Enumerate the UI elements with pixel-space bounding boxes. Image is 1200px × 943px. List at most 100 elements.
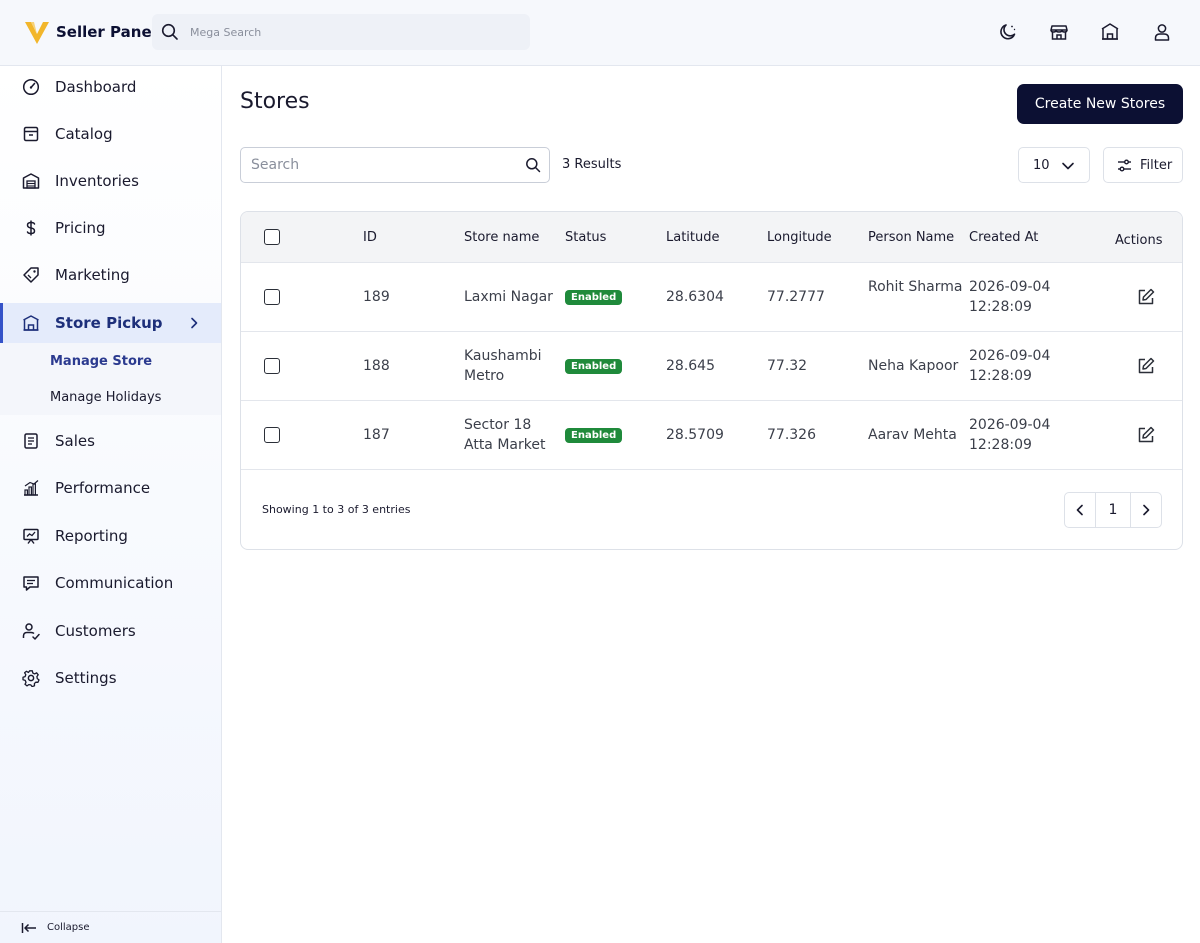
table-row: 188 Kaushambi Metro Enabled 28.645 77.32… <box>241 332 1182 401</box>
table-header: ID Store name Status Latitude Longitude … <box>241 212 1182 263</box>
top-header: Seller Panel <box>0 0 1200 66</box>
column-header-longitude[interactable]: Longitude <box>767 230 832 245</box>
create-new-stores-button[interactable]: Create New Stores <box>1017 84 1183 124</box>
status-badge: Enabled <box>565 359 623 374</box>
store-icon <box>21 313 41 333</box>
sidebar-item-pricing[interactable]: Pricing <box>0 208 221 248</box>
warehouse-icon <box>21 171 41 191</box>
chevron-left-icon <box>1076 504 1083 516</box>
chevron-down-icon <box>1062 162 1074 170</box>
sidebar-item-label: Inventories <box>55 172 139 190</box>
search-icon <box>161 23 178 40</box>
sidebar-item-sales[interactable]: Sales <box>0 421 221 461</box>
sidebar-item-dashboard[interactable]: Dashboard <box>0 67 221 107</box>
column-header-store-name[interactable]: Store name <box>464 230 539 245</box>
cell-person-name: Rohit Sharma <box>868 279 963 295</box>
column-header-actions: Actions <box>1115 233 1163 248</box>
storefront-button[interactable] <box>1048 21 1070 43</box>
user-icon <box>1154 24 1170 41</box>
store-search-input[interactable] <box>251 148 521 182</box>
cell-created-date: 2026-09-04 <box>969 348 1051 364</box>
column-header-latitude[interactable]: Latitude <box>666 230 720 245</box>
sidebar-item-marketing[interactable]: Marketing <box>0 255 221 295</box>
cell-person-name: Neha Kapoor <box>868 358 959 374</box>
row-checkbox[interactable] <box>264 358 280 374</box>
collapse-sidebar-button[interactable]: Collapse <box>0 911 221 943</box>
page-number-button[interactable]: 1 <box>1096 493 1131 527</box>
sidebar-item-catalog[interactable]: Catalog <box>0 114 221 154</box>
sidebar-item-label: Performance <box>55 479 151 497</box>
cell-store-name: Sector 18 Atta Market <box>464 417 546 453</box>
prev-page-button[interactable] <box>1065 493 1096 527</box>
stores-table: ID Store name Status Latitude Longitude … <box>240 211 1183 550</box>
collapse-label: Collapse <box>47 922 90 933</box>
pagination-summary: Showing 1 to 3 of 3 entries <box>262 503 411 516</box>
building-icon <box>1101 23 1119 40</box>
app-name: Seller Panel <box>56 23 157 41</box>
cell-created-date: 2026-09-04 <box>969 279 1051 295</box>
next-page-button[interactable] <box>1131 493 1161 527</box>
sidebar-item-label: Communication <box>55 574 174 592</box>
per-page-select[interactable]: 10 <box>1018 147 1090 183</box>
column-header-status[interactable]: Status <box>565 230 606 245</box>
row-checkbox[interactable] <box>264 427 280 443</box>
building-button[interactable] <box>1099 21 1121 43</box>
sidebar: Dashboard Catalog Inventories Pricing Ma… <box>0 66 222 943</box>
filter-label: Filter <box>1140 157 1173 173</box>
presentation-icon <box>21 526 41 546</box>
status-badge: Enabled <box>565 290 623 305</box>
theme-toggle-button[interactable] <box>997 21 1019 43</box>
sidebar-item-customers[interactable]: Customers <box>0 611 221 651</box>
logo-v-icon <box>25 22 49 44</box>
per-page-value: 10 <box>1033 157 1050 173</box>
cell-latitude: 28.5709 <box>666 427 724 443</box>
edit-icon[interactable] <box>1136 425 1156 445</box>
sidebar-subitem-manage-holidays[interactable]: Manage Holidays <box>0 379 221 415</box>
chevron-right-icon <box>1143 504 1150 516</box>
sidebar-item-reporting[interactable]: Reporting <box>0 516 221 556</box>
gear-icon <box>21 668 41 688</box>
cell-latitude: 28.645 <box>666 358 715 374</box>
moon-icon <box>1000 24 1016 40</box>
sidebar-item-label: Dashboard <box>55 78 137 96</box>
sidebar-item-inventories[interactable]: Inventories <box>0 161 221 201</box>
edit-icon[interactable] <box>1136 356 1156 376</box>
column-header-created-at[interactable]: Created At <box>969 230 1038 245</box>
sidebar-item-label: Customers <box>55 622 136 640</box>
table-row: 189 Laxmi Nagar Enabled 28.6304 77.2777 … <box>241 263 1182 332</box>
tag-icon <box>21 265 41 285</box>
app-logo[interactable]: Seller Panel <box>24 19 157 45</box>
mega-search-input[interactable] <box>190 14 520 50</box>
cell-id: 189 <box>363 289 390 305</box>
column-header-id[interactable]: ID <box>363 230 377 245</box>
cell-created-time: 12:28:09 <box>969 368 1032 384</box>
column-header-person-name[interactable]: Person Name <box>868 230 954 245</box>
cell-longitude: 77.326 <box>767 427 816 443</box>
table-row: 187 Sector 18 Atta Market Enabled 28.570… <box>241 401 1182 470</box>
edit-icon[interactable] <box>1136 287 1156 307</box>
sidebar-item-store-pickup[interactable]: Store Pickup <box>0 303 221 343</box>
sidebar-item-label: Reporting <box>55 527 128 545</box>
sliders-icon <box>1118 159 1131 171</box>
cell-created-time: 12:28:09 <box>969 437 1032 453</box>
mega-search <box>152 14 530 50</box>
sidebar-item-label: Pricing <box>55 219 106 237</box>
cell-created-date: 2026-09-04 <box>969 417 1051 433</box>
sidebar-item-settings[interactable]: Settings <box>0 658 221 698</box>
cell-longitude: 77.2777 <box>767 289 825 305</box>
sidebar-item-label: Sales <box>55 432 95 450</box>
select-all-checkbox[interactable] <box>264 229 280 245</box>
user-profile-button[interactable] <box>1151 21 1173 43</box>
search-icon[interactable] <box>525 157 541 173</box>
document-icon <box>21 431 41 451</box>
sidebar-item-performance[interactable]: Performance <box>0 468 221 508</box>
sidebar-subitem-manage-store[interactable]: Manage Store <box>0 343 221 379</box>
cell-id: 188 <box>363 358 390 374</box>
filter-button[interactable]: Filter <box>1103 147 1183 183</box>
cell-latitude: 28.6304 <box>666 289 724 305</box>
bar-chart-icon <box>21 478 41 498</box>
sidebar-item-communication[interactable]: Communication <box>0 563 221 603</box>
row-checkbox[interactable] <box>264 289 280 305</box>
cell-person-name: Aarav Mehta <box>868 427 957 443</box>
sidebar-item-label: Catalog <box>55 125 113 143</box>
